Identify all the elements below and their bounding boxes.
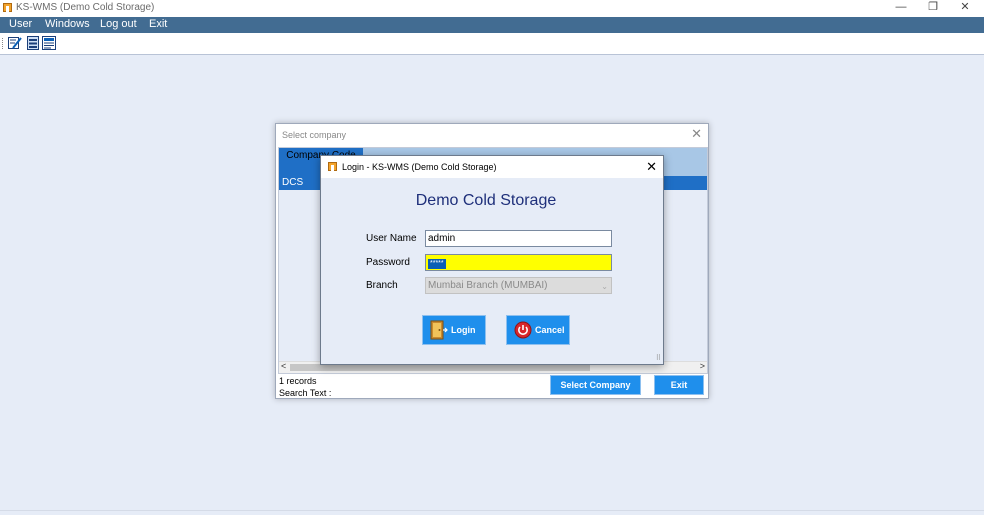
document-icon[interactable]	[42, 36, 56, 50]
menu-windows[interactable]: Windows	[45, 18, 90, 30]
login-title: Login - KS-WMS (Demo Cold Storage)	[342, 162, 497, 172]
app-icon	[328, 162, 337, 171]
username-label: User Name	[366, 233, 417, 244]
power-icon	[514, 321, 532, 339]
login-title-bar: Login - KS-WMS (Demo Cold Storage) ✕	[321, 156, 663, 178]
title-bar: KS-WMS (Demo Cold Storage) — ❐ ✕	[0, 0, 984, 17]
cancel-button-label: Cancel	[535, 325, 565, 335]
cancel-button[interactable]: Cancel	[506, 315, 570, 345]
select-company-title: Select company	[282, 130, 347, 140]
scroll-right-arrow[interactable]: >	[700, 361, 705, 371]
records-count: 1 records	[279, 376, 317, 386]
search-text-label: Search Text :	[279, 388, 332, 398]
menu-exit[interactable]: Exit	[149, 18, 167, 30]
username-field[interactable]: admin	[425, 230, 612, 247]
branch-select[interactable]: Mumbai Branch (MUMBAI) ⌄	[425, 277, 612, 294]
door-icon	[430, 320, 448, 340]
list-icon[interactable]	[26, 36, 40, 50]
login-close-button[interactable]: ✕	[646, 159, 657, 175]
toolbar	[0, 33, 984, 55]
window-title: KS-WMS (Demo Cold Storage)	[16, 2, 155, 13]
login-dialog: Login - KS-WMS (Demo Cold Storage) ✕ Dem…	[320, 155, 664, 365]
company-heading: Demo Cold Storage	[415, 192, 557, 209]
branch-label: Branch	[366, 280, 398, 291]
minimize-button[interactable]: —	[886, 0, 916, 17]
select-company-close-button[interactable]: ✕	[691, 126, 702, 142]
scroll-thumb[interactable]	[290, 364, 590, 371]
scroll-left-arrow[interactable]: <	[281, 361, 286, 371]
password-value: *****	[428, 259, 446, 269]
menu-user[interactable]: User	[9, 18, 32, 30]
branch-value: Mumbai Branch (MUMBAI)	[428, 280, 548, 291]
company-code-cell: DCS	[282, 177, 304, 188]
exit-button[interactable]: Exit	[654, 375, 704, 395]
chevron-down-icon: ⌄	[601, 282, 608, 291]
password-field[interactable]: *****	[425, 254, 612, 271]
login-button-label: Login	[451, 325, 476, 335]
password-label: Password	[366, 257, 410, 268]
menu-bar: User Windows Log out Exit	[0, 17, 984, 33]
resize-grip[interactable]: ⠿	[656, 354, 661, 362]
close-window-button[interactable]: ✕	[950, 0, 980, 17]
restore-button[interactable]: ❐	[918, 0, 948, 17]
select-company-button[interactable]: Select Company	[550, 375, 641, 395]
edit-icon[interactable]	[8, 36, 22, 50]
menu-log-out[interactable]: Log out	[100, 18, 137, 30]
toolbar-grip[interactable]	[2, 38, 5, 49]
login-button[interactable]: Login	[422, 315, 486, 345]
app-icon	[3, 3, 12, 12]
status-strip	[0, 510, 984, 515]
